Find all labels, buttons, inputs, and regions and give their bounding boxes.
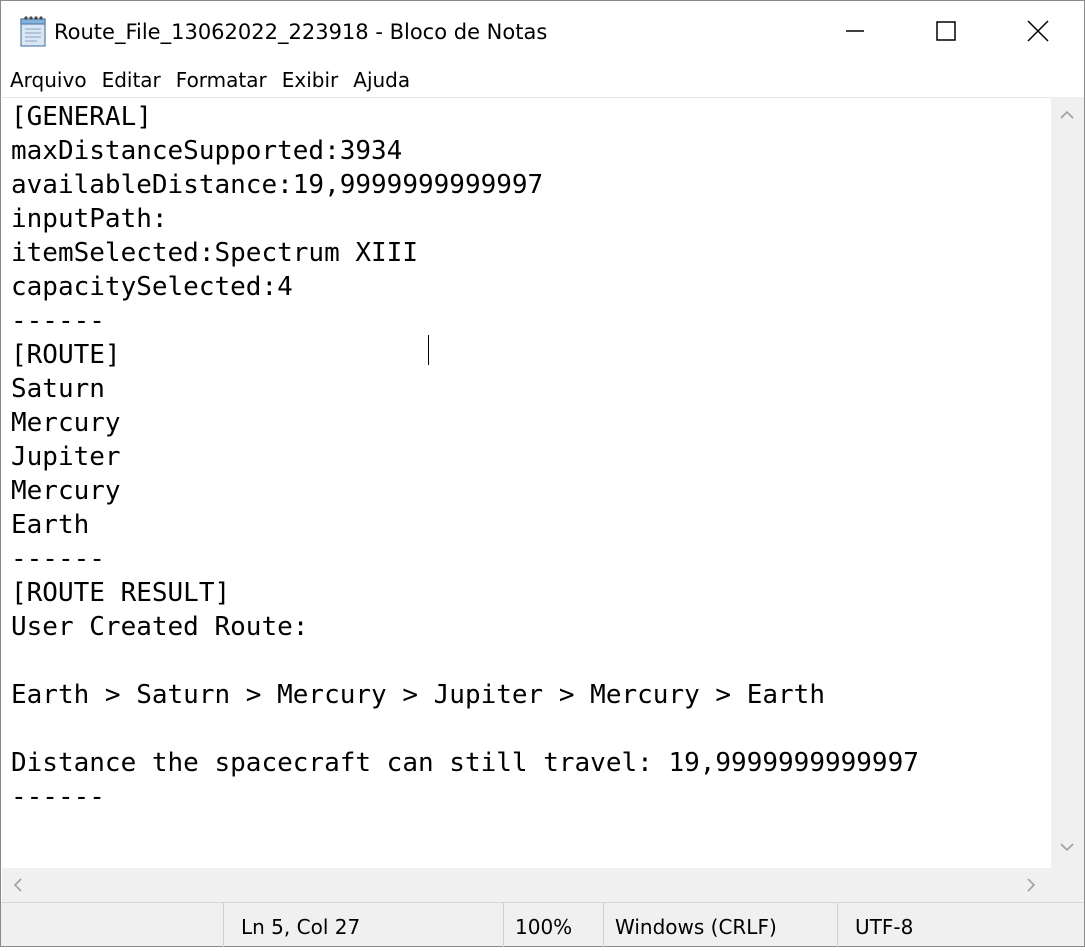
notepad-window: Route_File_13062022_223918 - Bloco de No… bbox=[0, 0, 1085, 947]
status-zoom: 100% bbox=[515, 915, 573, 939]
editor-line: [ROUTE RESULT] bbox=[11, 578, 231, 608]
menu-arquivo[interactable]: Arquivo bbox=[10, 65, 87, 95]
maximize-icon bbox=[936, 21, 956, 41]
vertical-scrollbar[interactable] bbox=[1051, 97, 1084, 868]
editor-line: ------ bbox=[11, 782, 105, 812]
editor-line: availableDistance:19,9999999999997 bbox=[11, 170, 544, 200]
maximize-button[interactable] bbox=[900, 1, 992, 61]
editor-line: Mercury bbox=[11, 408, 121, 438]
menu-bar: Arquivo Editar Formatar Exibir Ajuda bbox=[1, 63, 1084, 97]
editor-line: Saturn bbox=[11, 374, 105, 404]
editor-line: itemSelected:Spectrum XIII bbox=[11, 238, 418, 268]
status-cursor-position: Ln 5, Col 27 bbox=[241, 915, 361, 939]
status-line-ending: Windows (CRLF) bbox=[615, 915, 777, 939]
editor-line: maxDistanceSupported:3934 bbox=[11, 136, 403, 166]
menu-exibir[interactable]: Exibir bbox=[282, 65, 339, 95]
text-caret bbox=[428, 335, 429, 365]
editor-line: Earth > Saturn > Mercury > Jupiter > Mer… bbox=[11, 680, 825, 710]
menu-ajuda[interactable]: Ajuda bbox=[353, 65, 410, 95]
editor-line: User Created Route: bbox=[11, 612, 309, 642]
close-button[interactable] bbox=[992, 1, 1084, 61]
minimize-button[interactable] bbox=[809, 1, 901, 61]
horizontal-scrollbar[interactable] bbox=[2, 868, 1051, 902]
text-editor[interactable]: [GENERAL] maxDistanceSupported:3934 avai… bbox=[2, 97, 1051, 868]
menu-formatar[interactable]: Formatar bbox=[176, 65, 267, 95]
editor-line: Jupiter bbox=[11, 442, 121, 472]
title-bar[interactable]: Route_File_13062022_223918 - Bloco de No… bbox=[1, 1, 1084, 61]
status-bar: Ln 5, Col 27 100% Windows (CRLF) UTF-8 bbox=[1, 902, 1084, 947]
editor-line: ------ bbox=[11, 306, 105, 336]
status-encoding: UTF-8 bbox=[855, 915, 914, 939]
editor-line: Earth bbox=[11, 510, 90, 540]
scroll-up-icon[interactable] bbox=[1059, 109, 1075, 121]
scroll-right-icon[interactable] bbox=[1025, 877, 1037, 893]
editor-line: [GENERAL] bbox=[11, 102, 152, 132]
editor-line: Mercury bbox=[11, 476, 121, 506]
scrollbar-corner bbox=[1051, 868, 1084, 902]
close-icon bbox=[1027, 20, 1049, 42]
editor-line: [ROUTE] bbox=[11, 340, 121, 370]
window-title: Route_File_13062022_223918 - Bloco de No… bbox=[54, 20, 548, 44]
editor-line: inputPath: bbox=[11, 204, 168, 234]
menu-editar[interactable]: Editar bbox=[102, 65, 161, 95]
editor-content[interactable]: [GENERAL] maxDistanceSupported:3934 avai… bbox=[11, 100, 919, 814]
editor-line: Distance the spacecraft can still travel… bbox=[11, 748, 919, 778]
scroll-left-icon[interactable] bbox=[12, 877, 24, 893]
editor-line: ------ bbox=[11, 544, 105, 574]
notepad-icon bbox=[18, 15, 48, 47]
editor-line: capacitySelected:4 bbox=[11, 272, 293, 302]
scroll-down-icon[interactable] bbox=[1059, 841, 1075, 853]
minimize-icon bbox=[846, 30, 864, 32]
